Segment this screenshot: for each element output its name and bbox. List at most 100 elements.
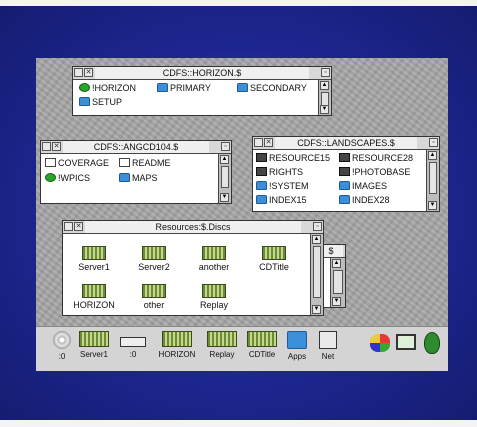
scroll-up-icon[interactable]: ▲ bbox=[220, 155, 229, 164]
file-icon bbox=[256, 167, 267, 176]
server1-button[interactable]: Server1 bbox=[76, 331, 112, 359]
floppy-icon bbox=[120, 337, 146, 347]
back-icon[interactable] bbox=[74, 68, 83, 77]
disc-item[interactable]: Server1 bbox=[69, 246, 119, 272]
back-icon[interactable] bbox=[254, 138, 263, 147]
window-title: CDFS::ANGCD104.$ bbox=[63, 141, 209, 153]
photo-edge-top bbox=[0, 0, 477, 6]
application-icon bbox=[339, 167, 350, 176]
file-item[interactable]: SECONDARY bbox=[237, 82, 307, 94]
scroll-down-icon[interactable]: ▼ bbox=[332, 297, 341, 306]
hard-disc-icon bbox=[207, 331, 237, 347]
disc-drive-icon bbox=[142, 246, 166, 260]
scroll-down-icon[interactable]: ▼ bbox=[312, 305, 321, 314]
vertical-scrollbar[interactable]: ▲ ▼ bbox=[426, 150, 439, 211]
folder-icon bbox=[237, 83, 248, 92]
file-item[interactable]: !PHOTOBASE bbox=[339, 166, 410, 178]
file-item[interactable]: !HORIZON bbox=[79, 82, 136, 94]
close-icon[interactable]: ✕ bbox=[264, 138, 273, 147]
file-item[interactable]: COVERAGE bbox=[45, 157, 109, 169]
apps-button[interactable]: Apps bbox=[284, 331, 310, 361]
vertical-scrollbar[interactable]: ▲ ▼ bbox=[318, 80, 331, 115]
horizon-button[interactable]: HORIZON bbox=[154, 331, 200, 359]
display-icon[interactable] bbox=[396, 334, 416, 350]
net-button[interactable]: Net bbox=[316, 331, 340, 361]
file-icon bbox=[256, 153, 267, 162]
replay-button[interactable]: Replay bbox=[204, 331, 240, 359]
folder-icon bbox=[339, 181, 350, 190]
toggle-size-icon[interactable]: ▫ bbox=[321, 68, 330, 77]
scroll-down-icon[interactable]: ▼ bbox=[320, 105, 329, 114]
scroll-thumb[interactable] bbox=[429, 162, 437, 194]
disc-drive-icon bbox=[82, 284, 106, 298]
apps-icon bbox=[287, 331, 307, 349]
scroll-thumb[interactable] bbox=[321, 92, 329, 106]
network-icon bbox=[319, 331, 337, 349]
scroll-thumb[interactable] bbox=[333, 270, 343, 294]
folder-icon bbox=[157, 83, 168, 92]
vertical-scrollbar[interactable]: ▲ ▼ bbox=[330, 258, 345, 307]
palette-icon[interactable] bbox=[370, 334, 390, 352]
window-title: Resources:$.Discs bbox=[85, 221, 301, 233]
scroll-up-icon[interactable]: ▲ bbox=[332, 259, 341, 268]
window-horizon-content: !HORIZON PRIMARY SECONDARY SETUP bbox=[73, 80, 318, 115]
scroll-down-icon[interactable]: ▼ bbox=[428, 201, 437, 210]
file-item[interactable]: INDEX28 bbox=[339, 194, 390, 206]
scroll-down-icon[interactable]: ▼ bbox=[220, 193, 229, 202]
vertical-scrollbar[interactable]: ▲ ▼ bbox=[218, 154, 231, 203]
scroll-thumb[interactable] bbox=[313, 246, 321, 298]
disc-drive-icon bbox=[262, 246, 286, 260]
toggle-size-icon[interactable]: ▫ bbox=[429, 138, 438, 147]
cd-drive-button[interactable]: :0 bbox=[50, 331, 74, 361]
scroll-thumb[interactable] bbox=[221, 166, 229, 188]
cdtitle-button[interactable]: CDTitle bbox=[242, 331, 282, 359]
scroll-up-icon[interactable]: ▲ bbox=[320, 81, 329, 90]
disc-drive-icon bbox=[202, 284, 226, 298]
back-icon[interactable] bbox=[64, 222, 73, 231]
window-resources-content: Server1 Server2 another CDTitle HORIZON … bbox=[63, 234, 310, 315]
close-icon[interactable]: ✕ bbox=[74, 222, 83, 231]
application-icon bbox=[79, 83, 90, 92]
close-icon[interactable]: ✕ bbox=[52, 142, 61, 151]
cd-icon bbox=[53, 331, 71, 349]
photo-edge-bottom bbox=[0, 420, 477, 427]
window-resources-titlebar[interactable]: ✕ Resources:$.Discs ▫ bbox=[63, 221, 323, 234]
file-item[interactable]: RESOURCE28 bbox=[339, 152, 413, 164]
back-icon[interactable] bbox=[42, 142, 51, 151]
window-landscapes-titlebar[interactable]: ✕ CDFS::LANDSCAPES.$ ▫ bbox=[253, 137, 439, 150]
vertical-scrollbar[interactable]: ▲ ▼ bbox=[310, 234, 323, 315]
close-icon[interactable]: ✕ bbox=[84, 68, 93, 77]
toggle-size-icon[interactable]: ▫ bbox=[313, 222, 322, 231]
file-item[interactable]: MAPS bbox=[119, 172, 158, 184]
window-title: CDFS::LANDSCAPES.$ bbox=[275, 137, 417, 149]
task-manager-icon[interactable] bbox=[424, 332, 440, 354]
file-item[interactable]: RESOURCE15 bbox=[256, 152, 330, 164]
window-angcd104-titlebar[interactable]: ✕ CDFS::ANGCD104.$ ▫ bbox=[41, 141, 231, 154]
window-horizon: ✕ CDFS::HORIZON.$ ▫ !HORIZON PRIMARY SEC… bbox=[72, 66, 332, 116]
document-icon bbox=[119, 158, 130, 167]
file-item[interactable]: README bbox=[119, 157, 171, 169]
file-item[interactable]: !WPICS bbox=[45, 172, 90, 184]
floppy-drive-button[interactable]: :0 bbox=[118, 331, 148, 359]
folder-icon bbox=[119, 173, 130, 182]
scroll-up-icon[interactable]: ▲ bbox=[312, 235, 321, 244]
file-item[interactable]: SETUP bbox=[79, 96, 122, 108]
disc-drive-icon bbox=[202, 246, 226, 260]
disc-drive-icon bbox=[142, 284, 166, 298]
disc-item[interactable]: Server2 bbox=[129, 246, 179, 272]
file-item[interactable]: RIGHTS bbox=[256, 166, 303, 178]
disc-item[interactable]: other bbox=[129, 284, 179, 310]
disc-item[interactable]: another bbox=[189, 246, 239, 272]
file-item[interactable]: IMAGES bbox=[339, 180, 387, 192]
disc-item[interactable]: CDTitle bbox=[249, 246, 299, 272]
file-item[interactable]: INDEX15 bbox=[256, 194, 307, 206]
window-horizon-titlebar[interactable]: ✕ CDFS::HORIZON.$ ▫ bbox=[73, 67, 331, 80]
folder-icon bbox=[256, 195, 267, 204]
file-item[interactable]: !SYSTEM bbox=[256, 180, 309, 192]
scroll-up-icon[interactable]: ▲ bbox=[428, 151, 437, 160]
file-item[interactable]: PRIMARY bbox=[157, 82, 211, 94]
disc-item[interactable]: HORIZON bbox=[69, 284, 119, 310]
toggle-size-icon[interactable]: ▫ bbox=[221, 142, 230, 151]
window-resources-discs: ✕ Resources:$.Discs ▫ Server1 Server2 an… bbox=[62, 220, 324, 316]
disc-item[interactable]: Replay bbox=[189, 284, 239, 310]
